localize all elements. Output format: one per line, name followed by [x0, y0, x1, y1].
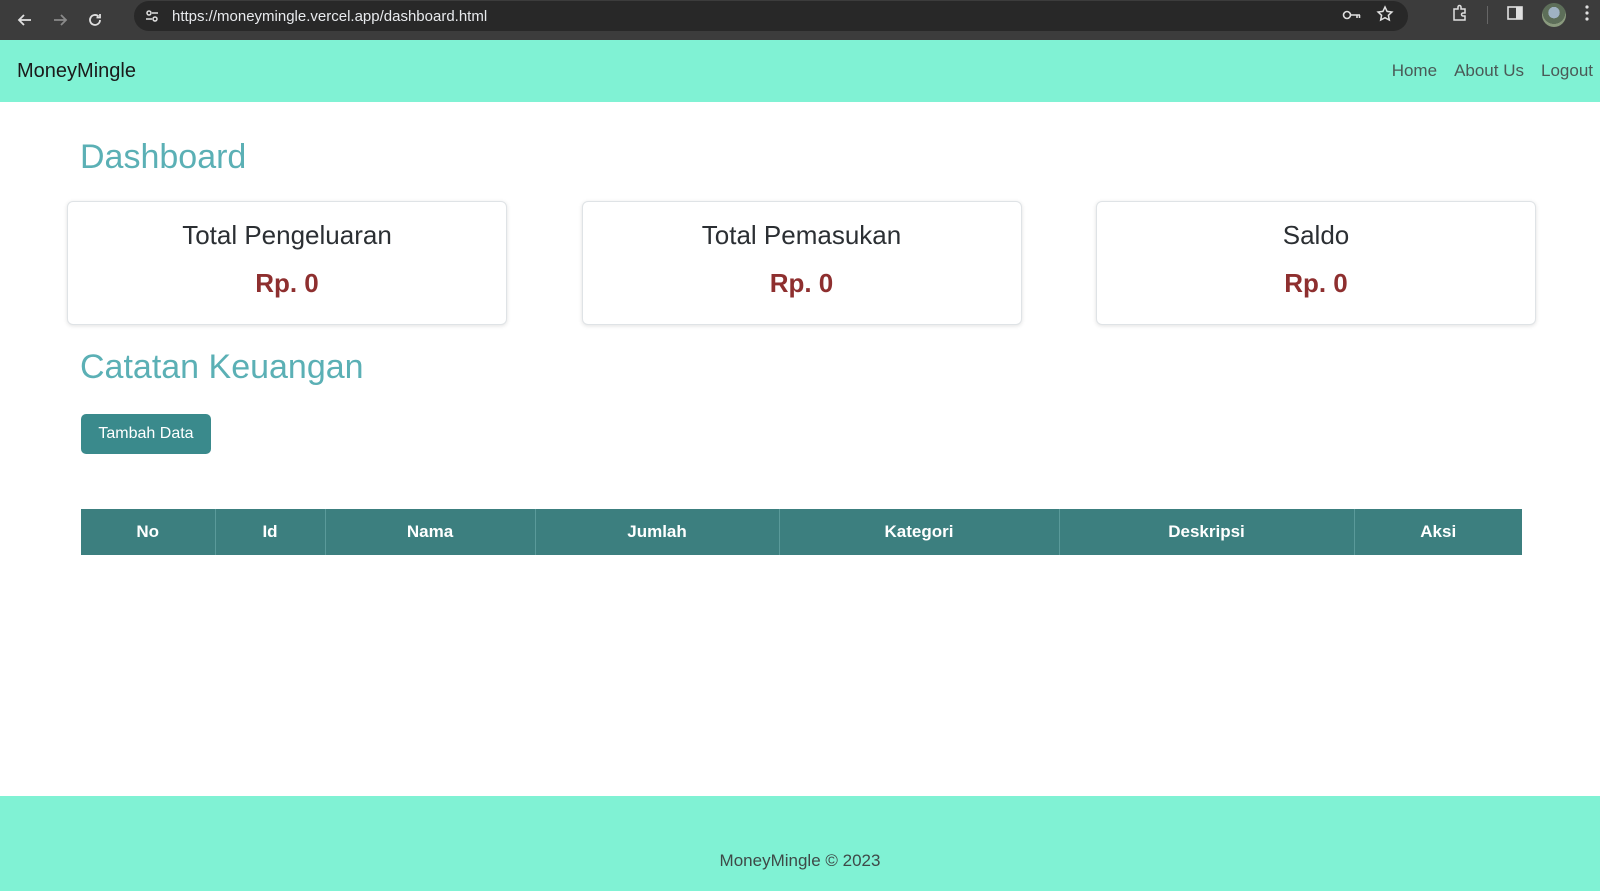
summary-cards: Total Pengeluaran Rp. 0 Total Pemasukan … [67, 201, 1536, 325]
back-arrow-icon[interactable] [14, 9, 36, 31]
site-settings-icon[interactable] [142, 6, 162, 26]
column-header-no: No [81, 509, 216, 555]
section-title: Catatan Keuangan [80, 348, 364, 386]
records-table: No Id Nama Jumlah Kategori Deskripsi Aks… [81, 509, 1522, 555]
card-total-pemasukan: Total Pemasukan Rp. 0 [581, 201, 1022, 325]
page-title: Dashboard [80, 138, 247, 176]
column-header-deskripsi: Deskripsi [1059, 509, 1355, 555]
card-value: Rp. 0 [1284, 268, 1348, 298]
card-value: Rp. 0 [255, 268, 319, 298]
card-title: Total Pemasukan [701, 220, 902, 250]
column-header-kategori: Kategori [779, 509, 1060, 555]
address-bar[interactable]: https://moneymingle.vercel.app/dashboard… [134, 1, 1408, 31]
browser-toolbar: https://moneymingle.vercel.app/dashboard… [0, 0, 1600, 40]
footer: MoneyMingle © 2023 [0, 796, 1600, 891]
navbar: MoneyMingle Home About Us Logout [0, 40, 1600, 102]
card-value: Rp. 0 [769, 268, 834, 298]
forward-arrow-icon[interactable] [49, 9, 71, 31]
side-panel-icon[interactable] [1506, 4, 1524, 26]
url-text[interactable]: https://moneymingle.vercel.app/dashboard… [172, 8, 487, 25]
table-header-row: No Id Nama Jumlah Kategori Deskripsi Aks… [81, 509, 1522, 555]
key-icon[interactable] [1342, 7, 1362, 26]
column-header-id: Id [215, 509, 326, 555]
card-title: Saldo [1282, 220, 1350, 250]
card-saldo: Saldo Rp. 0 [1096, 201, 1536, 325]
bookmark-star-icon[interactable] [1376, 5, 1394, 27]
footer-copyright: MoneyMingle © 2023 [719, 850, 881, 870]
add-data-button[interactable]: Tambah Data [81, 414, 211, 454]
nav-link-about-us[interactable]: About Us [1454, 61, 1524, 81]
more-menu-icon[interactable] [1584, 4, 1590, 26]
card-title: Total Pengeluaran [182, 220, 392, 250]
column-header-aksi: Aksi [1354, 509, 1522, 555]
extensions-icon[interactable] [1451, 4, 1469, 26]
column-header-nama: Nama [325, 509, 536, 555]
card-total-pengeluaran: Total Pengeluaran Rp. 0 [67, 201, 507, 325]
nav-link-home[interactable]: Home [1392, 61, 1437, 81]
reload-icon[interactable] [84, 9, 106, 31]
brand-logo-text[interactable]: MoneyMingle [17, 60, 136, 83]
nav-link-logout[interactable]: Logout [1541, 61, 1593, 81]
profile-avatar[interactable] [1542, 3, 1566, 27]
column-header-jumlah: Jumlah [535, 509, 780, 555]
nav-links: Home About Us Logout [1392, 61, 1593, 81]
toolbar-divider [1487, 6, 1488, 24]
